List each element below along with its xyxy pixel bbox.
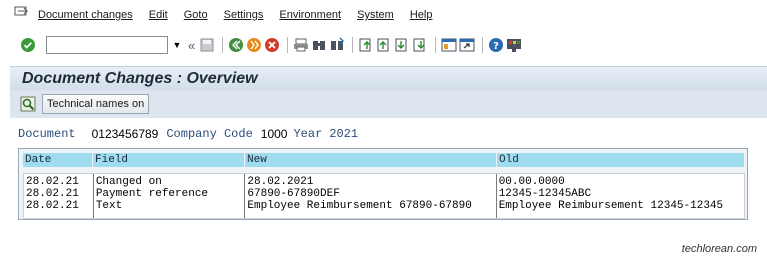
column-header-field[interactable]: Field xyxy=(93,153,245,167)
save-icon[interactable] xyxy=(199,37,215,53)
chevron-down-icon[interactable]: ▼ xyxy=(172,37,182,53)
document-header: Document 0123456789 Company Code 1000 Ye… xyxy=(18,126,358,142)
find-icon[interactable] xyxy=(311,37,327,53)
separator xyxy=(352,37,354,53)
menu-edit[interactable]: Edit xyxy=(149,9,168,21)
table-cell-new[interactable]: 67890-67890DEF xyxy=(247,188,495,200)
year-value: 2021 xyxy=(329,127,359,141)
last-page-icon[interactable] xyxy=(412,37,428,53)
menu-help[interactable]: Help xyxy=(410,9,433,21)
first-page-icon[interactable] xyxy=(358,37,374,53)
menu-settings[interactable]: Settings xyxy=(224,9,264,21)
print-icon[interactable] xyxy=(293,37,309,53)
separator xyxy=(435,37,437,53)
customize-layout-icon[interactable] xyxy=(506,37,522,53)
menu-environment[interactable]: Environment xyxy=(279,9,341,21)
menu-system[interactable]: System xyxy=(357,9,394,21)
separator xyxy=(222,37,224,53)
column-header-old[interactable]: Old xyxy=(497,153,745,167)
company-code-value: 1000 xyxy=(258,127,290,141)
column-new: 28.02.2021 67890-67890DEF Employee Reimb… xyxy=(245,174,497,218)
table-cell-field[interactable]: Changed on xyxy=(96,176,245,188)
command-field[interactable] xyxy=(46,36,168,54)
back-icon[interactable] xyxy=(228,37,244,53)
technical-names-icon[interactable] xyxy=(20,96,36,112)
table-cell-date[interactable]: 28.02.21 xyxy=(26,176,93,188)
table-cell-field[interactable]: Payment reference xyxy=(96,188,245,200)
page-title: Document Changes : Overview xyxy=(22,69,258,87)
technical-names-label: Technical names on xyxy=(47,98,145,110)
table-cell-date[interactable]: 28.02.21 xyxy=(26,200,93,212)
company-code-label: Company Code xyxy=(166,127,253,141)
column-header-date[interactable]: Date xyxy=(23,153,93,167)
table-cell-field[interactable]: Text xyxy=(96,200,245,212)
column-header-new[interactable]: New xyxy=(245,153,497,167)
help-icon[interactable]: ? xyxy=(488,37,504,53)
shortcut-icon[interactable] xyxy=(459,37,475,53)
watermark: techlorean.com xyxy=(681,243,757,255)
menu-bar: Document changes Edit Goto Settings Envi… xyxy=(0,0,767,30)
table-cell-old[interactable]: Employee Reimbursement 12345-12345 xyxy=(499,200,744,212)
document-value: 0123456789 xyxy=(89,127,161,141)
system-toolbar: ▼ « ? xyxy=(0,33,767,57)
next-page-icon[interactable] xyxy=(394,37,410,53)
menu-goto[interactable]: Goto xyxy=(184,9,208,21)
find-next-icon[interactable] xyxy=(329,37,345,53)
create-session-icon[interactable] xyxy=(441,37,457,53)
cancel-icon[interactable] xyxy=(264,37,280,53)
table-cell-new[interactable]: 28.02.2021 xyxy=(247,176,495,188)
column-old: 00.00.0000 12345-12345ABC Employee Reimb… xyxy=(497,174,744,218)
table-cell-old[interactable]: 00.00.0000 xyxy=(499,176,744,188)
year-label: Year xyxy=(293,127,323,141)
column-field: Changed on Payment reference Text xyxy=(94,174,246,218)
document-label: Document xyxy=(18,127,76,141)
table-cell-old[interactable]: 12345-12345ABC xyxy=(499,188,744,200)
svg-text:?: ? xyxy=(493,41,499,52)
technical-names-button[interactable]: Technical names on xyxy=(42,94,150,114)
exit-icon[interactable] xyxy=(246,37,262,53)
application-toolbar: Technical names on xyxy=(10,90,767,118)
menu-pointer-icon[interactable] xyxy=(14,6,30,18)
changes-table: Date Field New Old 28.02.21 28.02.21 28.… xyxy=(18,148,748,220)
enter-check-icon[interactable] xyxy=(20,37,36,53)
menu-document-changes[interactable]: Document changes xyxy=(38,9,133,21)
back-history-icon[interactable]: « xyxy=(188,38,195,53)
table-body: 28.02.21 28.02.21 28.02.21 Changed on Pa… xyxy=(23,173,745,219)
previous-page-icon[interactable] xyxy=(376,37,392,53)
table-header: Date Field New Old xyxy=(23,153,745,167)
column-date: 28.02.21 28.02.21 28.02.21 xyxy=(24,174,94,218)
table-cell-new[interactable]: Employee Reimbursement 67890-67890 xyxy=(247,200,495,212)
title-bar: Document Changes : Overview xyxy=(10,66,767,90)
table-cell-date[interactable]: 28.02.21 xyxy=(26,188,93,200)
separator xyxy=(482,37,484,53)
separator xyxy=(287,37,289,53)
